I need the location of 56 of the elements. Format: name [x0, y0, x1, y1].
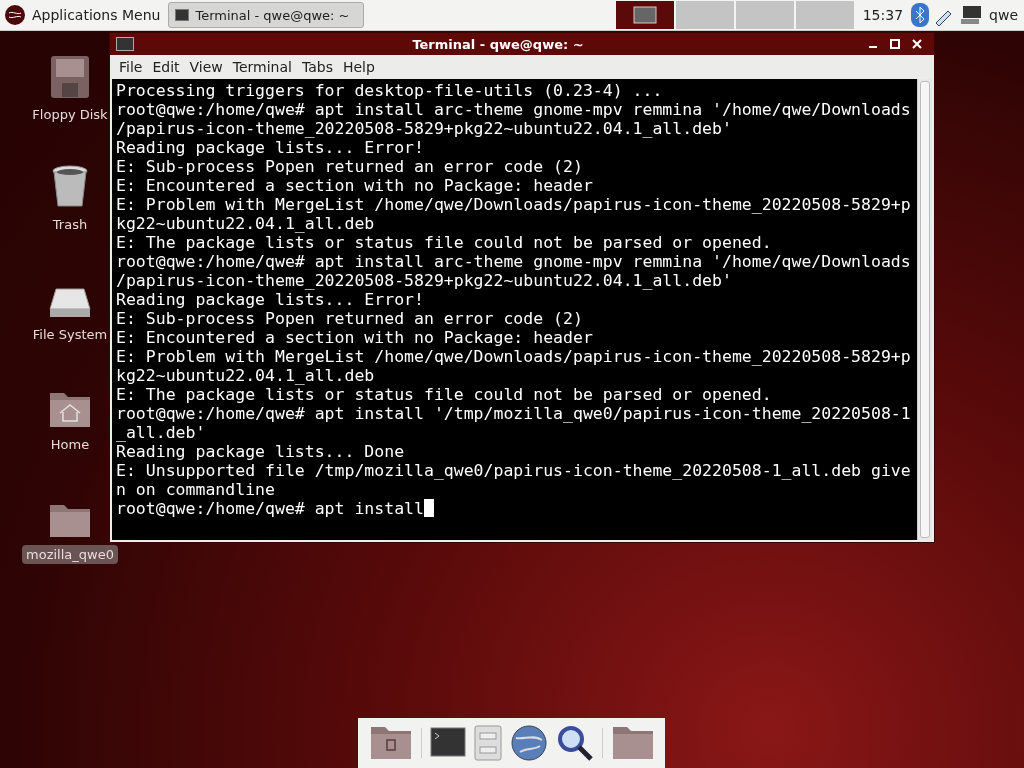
terminal-line: Reading package lists... Error! — [116, 290, 425, 309]
scrollbar[interactable] — [917, 79, 932, 540]
terminal-line: E: Encountered a section with no Package: header — [116, 176, 594, 195]
search-icon[interactable] — [555, 724, 594, 762]
text-cursor — [423, 499, 434, 517]
terminal-line: /papirus-icon-theme_20220508-5829+pkg22~ubuntu22.04.1_all.deb' — [116, 271, 733, 290]
menu-item[interactable]: View — [184, 59, 228, 75]
terminal-line: E: Problem with MergeList /home/qwe/Downloads/papirus-icon-theme_20220508-5829+p — [116, 195, 912, 214]
desktop-icon-label[interactable]: Floppy Disk — [28, 105, 112, 124]
menu-item[interactable]: Tabs — [296, 59, 338, 75]
window-title: Terminal - qwe@qwe: ~ — [411, 36, 585, 52]
window-icon — [632, 6, 657, 24]
terminal-line: kg22~ubuntu22.04.1_all.deb — [116, 366, 376, 385]
clock[interactable]: 15:37 — [862, 7, 904, 23]
terminal-icon — [116, 37, 134, 51]
terminal-line: E: Sub-process Popen returned an error code (2) — [116, 157, 584, 176]
user-name[interactable]: qwe — [989, 7, 1018, 23]
menu-item[interactable]: Edit — [147, 59, 185, 75]
applications-menu-button[interactable]: Applications Menu — [0, 0, 169, 30]
terminal-line: E: Problem with MergeList /home/qwe/Downloads/papirus-icon-theme_20220508-5829+p — [116, 347, 912, 366]
menu-item[interactable]: File — [114, 59, 148, 75]
terminal-line: n on commandline — [116, 480, 276, 499]
close-icon — [912, 39, 922, 49]
taskbar-button[interactable]: Terminal - qwe@qwe: ~ — [168, 2, 365, 28]
terminal-line: E: Unsupported file /tmp/mozilla_qwe0/papirus-icon-theme_20220508-1_all.deb give — [116, 461, 912, 480]
trash-icon — [51, 165, 89, 209]
network-icon[interactable] — [959, 4, 984, 26]
minimize-icon — [869, 46, 877, 48]
workspace-button[interactable] — [615, 1, 674, 29]
menu-item[interactable]: Help — [337, 59, 380, 75]
desktop-icon-label[interactable]: Home — [46, 435, 94, 454]
globe-icon[interactable] — [509, 724, 548, 762]
desktop-icon-label[interactable]: Trash — [48, 215, 92, 234]
terminal-line: /papirus-icon-theme_20220508-5829+pkg22~ubuntu22.04.1_all.deb' — [116, 119, 733, 138]
terminal-line: root@qwe:/home/qwe# apt install arc-theme gnome-mpv remmina '/home/qwe/Downloads — [116, 100, 912, 119]
terminal-line: kg22~ubuntu22.04.1_all.deb — [116, 214, 376, 233]
terminal-line: root@qwe:/home/qwe# apt install '/tmp/mozilla_qwe0/papirus-icon-theme_20220508-1 — [116, 404, 912, 423]
terminal-icon[interactable] — [429, 727, 466, 759]
desktop-icon-label[interactable]: File System — [28, 325, 112, 344]
terminal-line: E: Sub-process Popen returned an error code (2) — [116, 309, 584, 328]
terminal-line: Processing triggers for desktop-file-utils (0.23-4) ... — [116, 81, 664, 100]
terminal-line: root@qwe:/home/qwe# apt install arc-theme gnome-mpv remmina '/home/qwe/Downloads — [116, 252, 912, 271]
terminal-line: E: The package lists or status file could not be parsed or opened. — [116, 385, 773, 404]
hard-drive-icon — [48, 287, 92, 319]
terminal-line: Reading package lists... Done — [116, 442, 406, 461]
bluetooth-icon[interactable] — [911, 3, 930, 27]
maximize-icon — [890, 39, 900, 49]
terminal-line: _all.deb' — [116, 423, 207, 442]
terminal-line: Reading package lists... Error! — [116, 138, 425, 157]
desktop-icon-label[interactable]: mozilla_qwe0 — [22, 545, 118, 564]
menu-item[interactable]: Terminal — [227, 59, 297, 75]
logo-icon — [4, 4, 26, 26]
terminal-icon — [175, 9, 190, 21]
terminal-line: E: Encountered a section with no Package: header — [116, 328, 594, 347]
terminal-line: E: The package lists or status file could not be parsed or opened. — [116, 233, 773, 252]
prompt-line[interactable]: root@qwe:/home/qwe# apt install — [116, 499, 424, 518]
